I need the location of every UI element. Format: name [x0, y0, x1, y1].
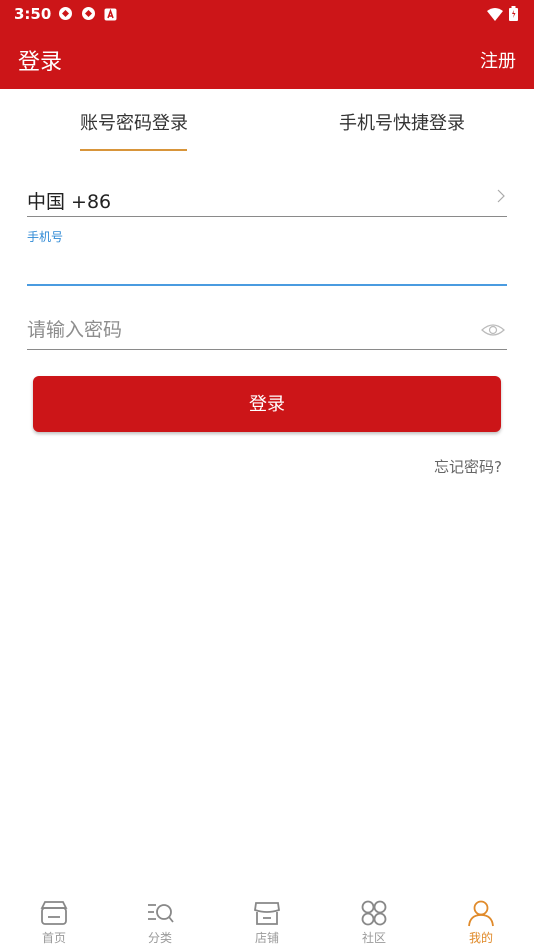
- keyboard-notification-icon: [104, 6, 119, 21]
- password-input[interactable]: [27, 313, 467, 347]
- store-icon: [14, 899, 94, 927]
- password-field: [27, 313, 507, 350]
- status-system-icons: [487, 6, 518, 25]
- wifi-icon: [487, 6, 503, 25]
- eye-icon[interactable]: [481, 321, 505, 339]
- login-button[interactable]: 登录: [33, 376, 501, 432]
- status-notification-icons: [58, 6, 119, 21]
- active-tab-indicator: [80, 149, 187, 151]
- nav-item-home[interactable]: 首页: [14, 899, 94, 949]
- user-icon: [441, 899, 521, 927]
- app-notification-icon: [58, 6, 73, 21]
- country-code-value: 中国 +86: [27, 191, 112, 213]
- nav-label-shop: 店铺: [254, 931, 279, 945]
- nav-item-community[interactable]: 社区: [334, 899, 414, 949]
- nav-item-shop[interactable]: 店铺: [227, 899, 307, 949]
- status-time: 3:50: [14, 5, 52, 23]
- nav-item-mine[interactable]: 我的: [441, 899, 521, 949]
- country-code-selector[interactable]: 中国 +86: [27, 185, 507, 217]
- login-tabs: 账号密码登录 手机号快捷登录: [0, 89, 534, 153]
- status-bar: 3:50: [0, 0, 534, 28]
- page-title: 登录: [18, 50, 63, 75]
- community-icon: [334, 899, 414, 927]
- nav-item-category[interactable]: 分类: [120, 899, 200, 949]
- bottom-navigation: 首页 分类 店铺 社区 我的: [0, 895, 534, 950]
- nav-label-community: 社区: [361, 931, 386, 945]
- nav-label-home: 首页: [41, 931, 66, 945]
- tab-phone-quick-login[interactable]: 手机号快捷登录: [339, 109, 465, 135]
- forgot-password-link[interactable]: 忘记密码?: [434, 456, 502, 477]
- tab-password-login[interactable]: 账号密码登录: [80, 109, 188, 135]
- category-search-icon: [120, 899, 200, 927]
- shop-icon: [227, 899, 307, 927]
- nav-label-mine: 我的: [468, 931, 493, 945]
- battery-icon: [509, 6, 518, 25]
- chevron-right-icon: [495, 187, 507, 205]
- phone-input[interactable]: [27, 248, 507, 286]
- register-link[interactable]: 注册: [480, 47, 516, 73]
- nav-label-category: 分类: [147, 931, 172, 945]
- app-bar: 登录 注册: [0, 28, 534, 89]
- phone-field-label: 手机号: [27, 230, 64, 244]
- app-notification-icon: [81, 6, 96, 21]
